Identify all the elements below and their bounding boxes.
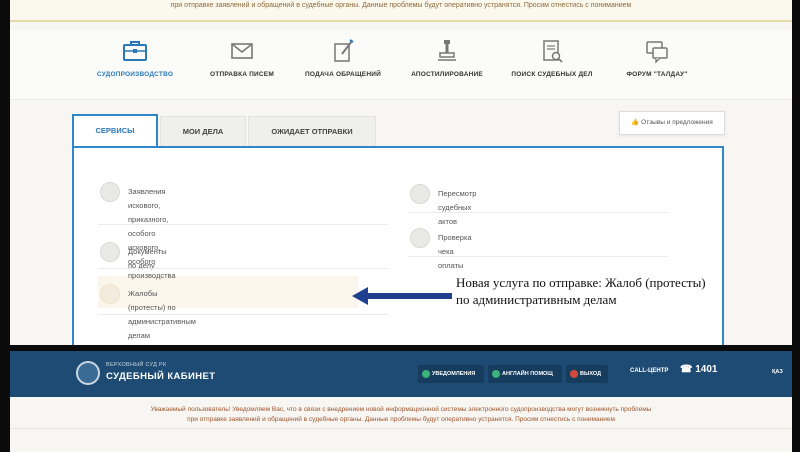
divider [98, 224, 388, 225]
nav-item-submit-appeals[interactable]: ПОДАЧА ОБРАЩЕНИЙ [288, 36, 398, 78]
nav-label: ФОРУМ "ТАЛДАУ" [626, 71, 688, 78]
stamp-icon [438, 40, 456, 61]
nav-label: ОТПРАВКА ПИСЕМ [210, 71, 274, 78]
tab-awaiting-send[interactable]: ОЖИДАЕТ ОТПРАВКИ [248, 116, 376, 146]
notifications-button[interactable]: УВЕДОМЛЕНИЯ [418, 365, 484, 383]
exit-icon [570, 370, 578, 378]
help-icon [492, 370, 500, 378]
feedback-button[interactable]: 👍 Отзывы и предложения [619, 111, 725, 135]
tab-my-cases[interactable]: МОИ ДЕЛА [160, 116, 246, 146]
document-icon [100, 242, 120, 262]
nav-item-court-proceedings[interactable]: СУДОПРОИЗВОДСТВО [80, 36, 190, 78]
brand-subtitle: ВЕРХОВНЫЙ СУД РК [106, 362, 167, 368]
notice-divider [10, 428, 792, 429]
brand-title: СУДЕБНЫЙ КАБИНЕТ [106, 371, 216, 382]
nav-label: АПОСТИЛИРОВАНИЕ [411, 71, 483, 78]
briefcase-icon [123, 41, 147, 61]
supreme-court-logo-icon [76, 361, 100, 385]
notification-icon [422, 370, 430, 378]
call-center-phone[interactable]: ☎ 1401 [680, 364, 717, 375]
nav-label: СУДОПРОИЗВОДСТВО [96, 71, 174, 78]
nav-label: ПОДАЧА ОБРАЩЕНИЙ [305, 71, 381, 78]
thumbs-up-icon: 👍 [631, 119, 642, 126]
review-icon [410, 184, 430, 204]
services-panel: Заявления искового, приказного, особого … [72, 146, 724, 345]
receipt-icon [410, 228, 430, 248]
nav-label: ПОИСК СУДЕБНЫХ ДЕЛ [511, 71, 593, 78]
divider [408, 212, 668, 213]
bottom-screenshot: ВЕРХОВНЫЙ СУД РК СУДЕБНЫЙ КАБИНЕТ УВЕДОМ… [10, 351, 792, 452]
complaint-icon [100, 284, 120, 304]
divider [98, 314, 388, 315]
annotation-text: Новая услуга по отправке: Жалоб (протест… [456, 275, 706, 307]
document-pen-icon [334, 39, 354, 62]
nav-item-case-search[interactable]: ПОИСК СУДЕБНЫХ ДЕЛ [497, 36, 607, 78]
chat-icon [646, 41, 668, 64]
divider [408, 256, 668, 257]
phone-icon: ☎ [680, 364, 696, 375]
top-notice: при отправке заявлений и обращений в суд… [10, 0, 792, 22]
divider [98, 268, 388, 269]
online-help-button[interactable]: АНГЛАЙН ПОМОЩ [488, 365, 562, 383]
site-header: ВЕРХОВНЫЙ СУД РК СУДЕБНЫЙ КАБИНЕТ УВЕДОМ… [10, 351, 792, 397]
nav-item-apostille[interactable]: АПОСТИЛИРОВАНИЕ [392, 36, 502, 78]
pen-icon [100, 182, 120, 202]
language-switch[interactable]: ҚАЗ [772, 369, 783, 375]
call-center-label: CALL-ЦЕНТР [630, 368, 669, 374]
top-notice-line2: при отправке заявлений и обращений в суд… [170, 2, 632, 9]
search-document-icon [543, 40, 563, 63]
arrow-left-icon [352, 287, 452, 305]
main-nav: СУДОПРОИЗВОДСТВО ОТПРАВКА ПИСЕМ ПОДАЧА О… [10, 30, 792, 100]
nav-item-forum[interactable]: ФОРУМ "ТАЛДАУ" [602, 36, 712, 78]
tab-services[interactable]: СЕРВИСЫ [72, 114, 158, 146]
bottom-notice: Уважаемый пользователь! Уведомляем Вас, … [150, 406, 652, 423]
exit-button[interactable]: ВЫХОД [566, 365, 608, 383]
envelope-icon [231, 43, 253, 59]
notice-divider [10, 20, 792, 22]
nav-item-send-letters[interactable]: ОТПРАВКА ПИСЕМ [187, 36, 297, 78]
